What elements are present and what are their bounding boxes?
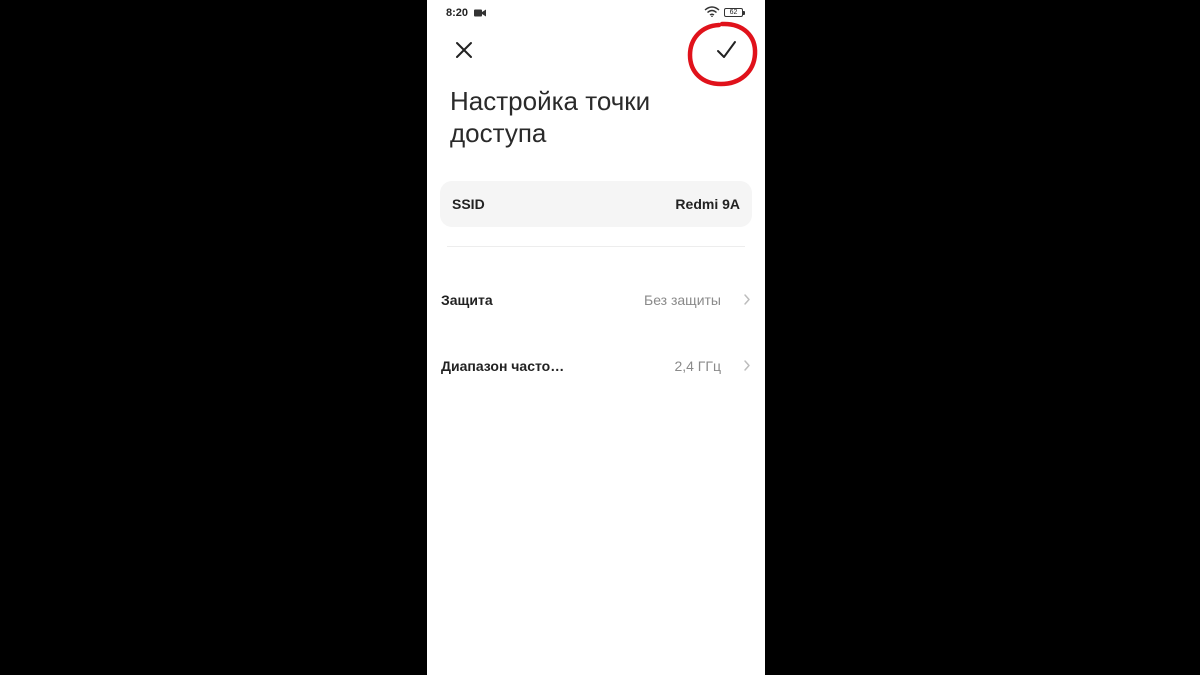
security-setting-row[interactable]: Защита Без защиты xyxy=(427,278,765,322)
wifi-icon xyxy=(704,6,720,17)
chevron-right-icon xyxy=(744,294,750,305)
close-button[interactable] xyxy=(451,37,477,63)
close-icon xyxy=(456,42,472,58)
battery-level: 62 xyxy=(729,9,738,16)
video-camera-icon xyxy=(474,9,486,17)
ssid-value[interactable]: Redmi 9A xyxy=(675,196,740,212)
page-title-line1: Настройка точки xyxy=(450,86,651,116)
frequency-band-value: 2,4 ГГц xyxy=(674,358,721,374)
chevron-right-icon xyxy=(744,360,750,371)
frequency-band-label: Диапазон часто… xyxy=(441,358,565,374)
ssid-label: SSID xyxy=(452,196,485,212)
ssid-field[interactable]: SSID Redmi 9A xyxy=(440,181,752,227)
security-label: Защита xyxy=(441,292,493,308)
status-time: 8:20 xyxy=(446,7,469,19)
checkmark-icon xyxy=(717,41,736,58)
page-title-line2: доступа xyxy=(450,118,547,148)
page-title: Настройка точки доступа xyxy=(450,85,750,149)
confirm-button[interactable] xyxy=(713,37,739,63)
phone-screen: 8:20 62 Настройка точки доступа SSID Red… xyxy=(427,0,765,675)
security-value: Без защиты xyxy=(644,292,721,308)
battery-icon: 62 xyxy=(724,8,745,17)
divider xyxy=(447,246,745,247)
frequency-band-setting-row[interactable]: Диапазон часто… 2,4 ГГц xyxy=(427,344,765,388)
